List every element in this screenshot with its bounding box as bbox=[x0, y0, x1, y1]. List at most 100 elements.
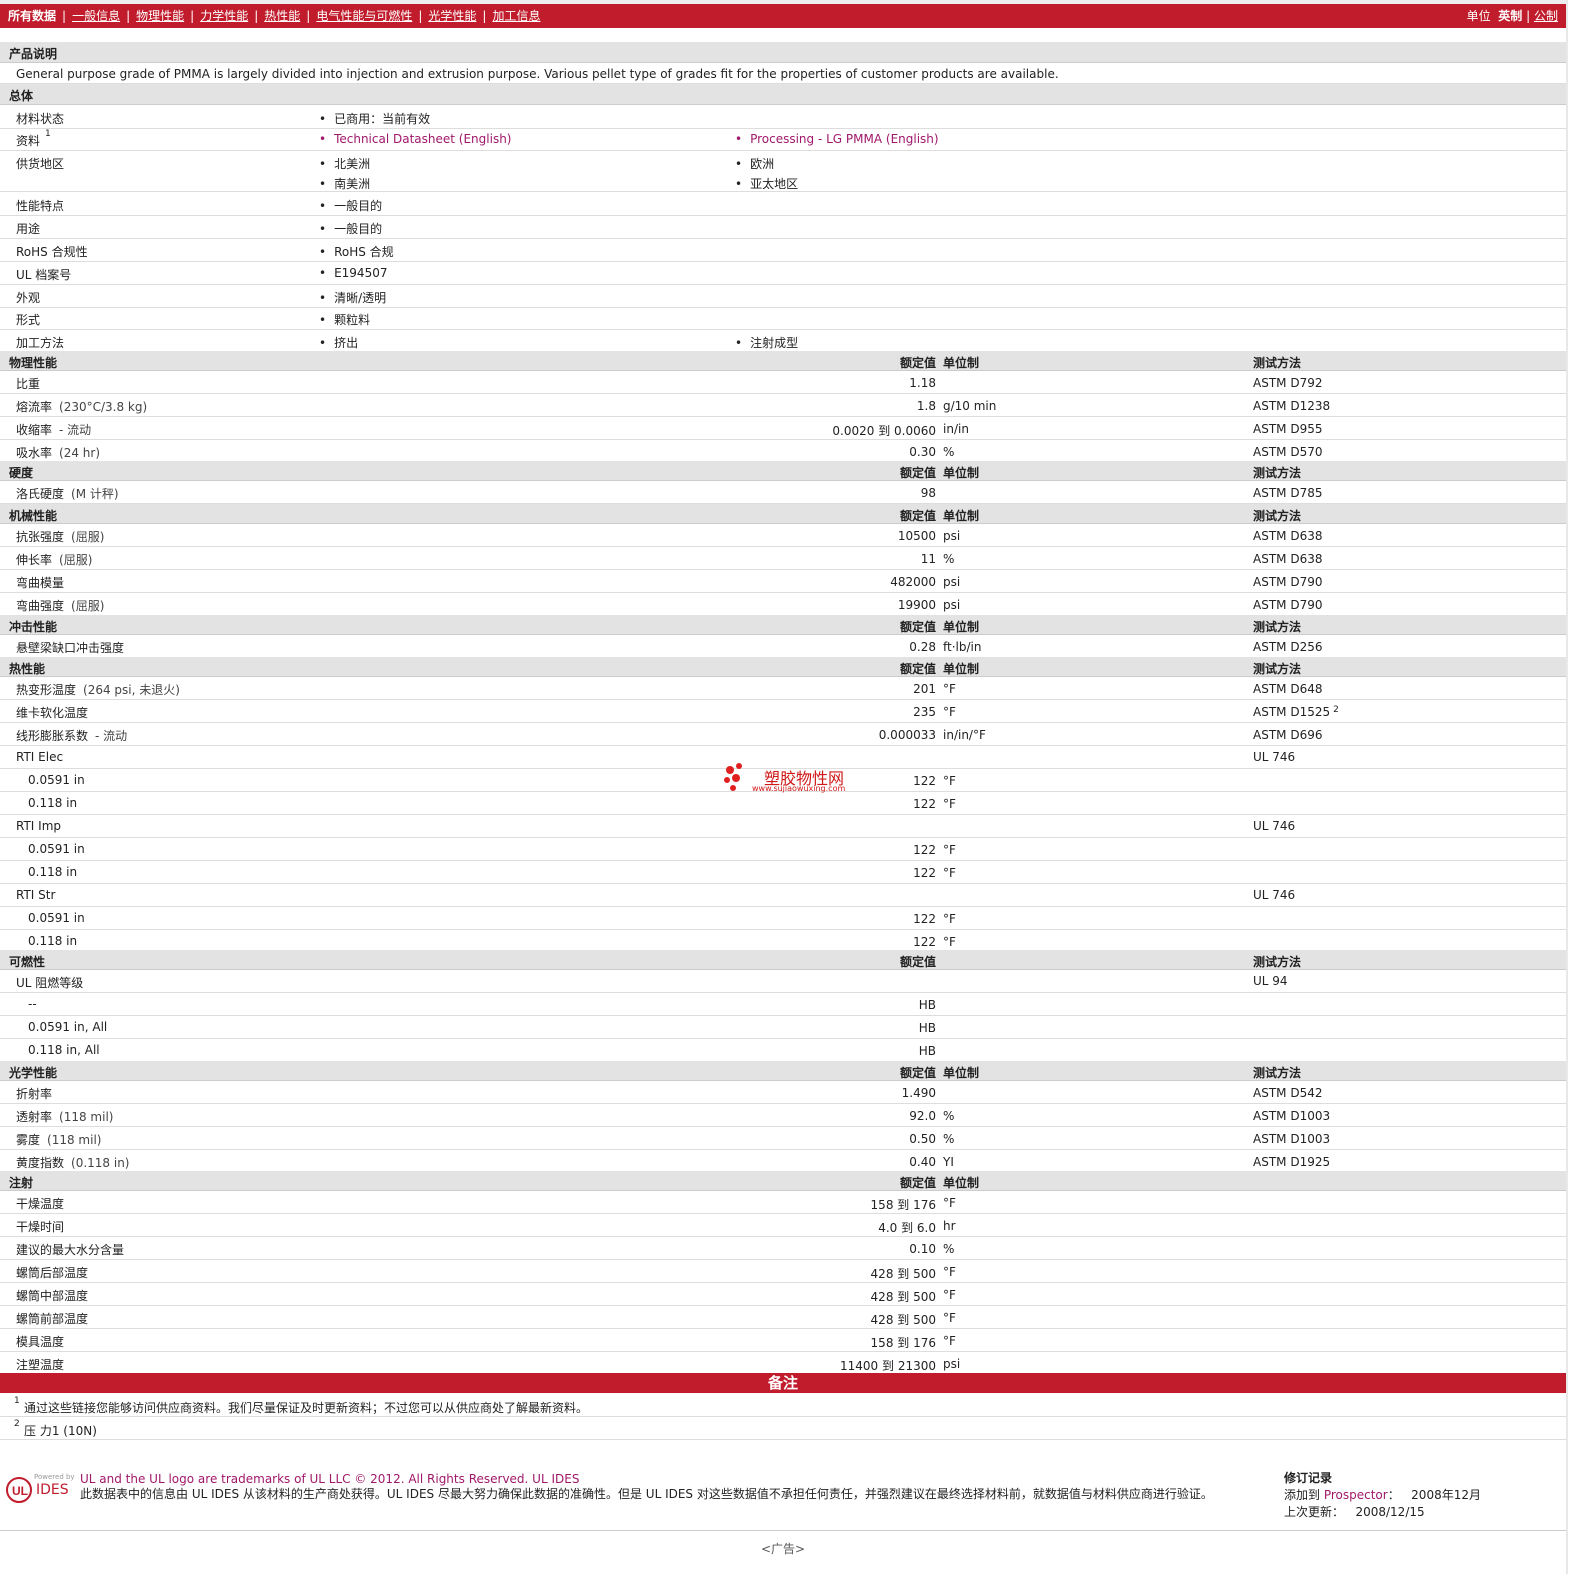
general-value: 清晰/透明 bbox=[319, 289, 386, 306]
property-label: 线形膨胀系数 bbox=[16, 729, 89, 743]
property-label: 干燥时间 bbox=[16, 1220, 65, 1234]
property-condition: (230°C/3.8 kg) bbox=[59, 400, 148, 414]
header-value: 额定值 bbox=[899, 509, 936, 523]
property-name: 雾度 (118 mil) bbox=[16, 1131, 101, 1148]
property-value: 1.8 bbox=[916, 399, 936, 413]
header-unit: 单位制 bbox=[943, 620, 980, 634]
property-name: 维卡软化温度 bbox=[16, 704, 88, 721]
property-row: 黄度指数 (0.118 in) 0.40 YI ASTM D1925 bbox=[0, 1150, 1566, 1173]
watermark-icon bbox=[724, 763, 742, 791]
rti-method: UL 746 bbox=[1253, 750, 1296, 764]
method-text: ASTM D790 bbox=[1253, 575, 1323, 589]
nav-tab[interactable]: 光学性能 bbox=[428, 4, 476, 28]
flammability-value: HB bbox=[918, 1044, 936, 1058]
general-row: UL 档案号 E194507 bbox=[0, 262, 1566, 285]
property-condition: (24 hr) bbox=[59, 446, 101, 460]
units-label: 单位 bbox=[1466, 9, 1491, 23]
property-value: 428 到 500 bbox=[870, 1267, 936, 1281]
header-value: 额定值 bbox=[899, 955, 936, 969]
property-row: 模具温度 158 到 176 °F bbox=[0, 1329, 1566, 1352]
flammability-sub-row: -- HB bbox=[0, 993, 1566, 1016]
property-unit: °F bbox=[943, 1288, 956, 1302]
property-row: 熔流率 (230°C/3.8 kg) 1.8 g/10 min ASTM D1238 bbox=[0, 394, 1566, 417]
header-unit: 单位制 bbox=[943, 466, 980, 480]
nav-separator: | bbox=[418, 9, 423, 23]
nav-tab[interactable]: 一般信息 bbox=[72, 4, 120, 28]
general-value: 注射成型 bbox=[735, 334, 798, 351]
property-condition: (118 mil) bbox=[59, 1110, 114, 1124]
property-row: 螺筒中部温度 428 到 500 °F bbox=[0, 1283, 1566, 1306]
property-row: 洛氏硬度 (M 计秤) 98 ASTM D785 bbox=[0, 481, 1566, 504]
general-label: 外观 bbox=[16, 291, 41, 305]
property-method: ASTM D638 bbox=[1253, 552, 1322, 566]
section-title: 物理性能 bbox=[9, 356, 58, 370]
property-value: 482000 bbox=[890, 575, 936, 589]
nav-separator: | bbox=[306, 9, 311, 23]
property-name: 洛氏硬度 (M 计秤) bbox=[16, 485, 119, 502]
general-value: 挤出 bbox=[319, 334, 358, 351]
header-value: 额定值 bbox=[899, 466, 936, 480]
method-text: ASTM D955 bbox=[1253, 422, 1323, 436]
general-value[interactable]: Processing - LG PMMA (English) bbox=[735, 132, 939, 146]
section-header-injection: 注射 额定值 单位制 bbox=[0, 1171, 1566, 1191]
general-value: RoHS 合规 bbox=[319, 243, 394, 260]
nav-bar: 所有数据 | 一般信息 | 物理性能 | 力学性能 | 热性能 | 电气性能与可燃性 | 光学性能 | 加工… bbox=[0, 4, 1566, 28]
property-method: ASTM D1003 bbox=[1253, 1132, 1330, 1146]
rev-added-link[interactable]: Prospector bbox=[1324, 1488, 1388, 1502]
unit-english[interactable]: 英制 bbox=[1498, 9, 1522, 23]
property-unit: °F bbox=[943, 1265, 956, 1279]
general-row: 供货地区 北美洲 欧洲南美洲 亚太地区 bbox=[0, 151, 1566, 192]
nav-tab[interactable]: 物理性能 bbox=[136, 4, 184, 28]
general-label: UL 档案号 bbox=[16, 268, 72, 282]
property-label: 悬壁梁缺口冲击强度 bbox=[16, 641, 125, 655]
section-header-general: 总体 bbox=[0, 84, 1566, 105]
unit-metric[interactable]: 公制 bbox=[1534, 9, 1558, 23]
section-header-flammability: 可燃性 额定值 测试方法 bbox=[0, 950, 1566, 970]
note-text: 通过这些链接您能够访问供应商资料。我们尽量保证及时更新资料；不过您可以从供应商处… bbox=[24, 1401, 589, 1415]
property-value: 10500 bbox=[897, 529, 936, 543]
method-text: ASTM D790 bbox=[1253, 598, 1323, 612]
nav-tab[interactable]: 电气性能与可燃性 bbox=[316, 4, 412, 28]
property-label: 热变形温度 bbox=[16, 683, 77, 697]
header-method: 测试方法 bbox=[1253, 509, 1302, 523]
property-method: ASTM D542 bbox=[1253, 1086, 1322, 1100]
product-description: General purpose grade of PMMA is largely… bbox=[0, 63, 1566, 84]
rti-value: 122 bbox=[913, 843, 936, 857]
property-row: 雾度 (118 mil) 0.50% ASTM D1003 bbox=[0, 1127, 1566, 1150]
rti-unit: °F bbox=[943, 935, 956, 949]
property-name: 干燥温度 bbox=[16, 1195, 64, 1212]
general-label: 资料 bbox=[16, 134, 41, 148]
flammability-row: UL 阻燃等级 UL 94 bbox=[0, 970, 1566, 993]
property-label: 抗张强度 bbox=[16, 530, 65, 544]
section-title: 机械性能 bbox=[9, 509, 58, 523]
method-text: ASTM D785 bbox=[1253, 486, 1323, 500]
property-row: 线形膨胀系数 - 流动 0.000033 in/in/°F ASTM D696 bbox=[0, 723, 1566, 746]
rti-sub-row: 0.0591 in 122 °F bbox=[0, 907, 1566, 930]
general-row: 加工方法 挤出 注射成型 bbox=[0, 330, 1566, 353]
property-label: 吸水率 bbox=[16, 446, 53, 460]
nav-separator: | bbox=[190, 9, 195, 23]
property-row: 弯曲强度 (屈服) 19900 psi ASTM D790 bbox=[0, 593, 1566, 616]
general-row: 用途 一般目的 bbox=[0, 216, 1566, 239]
property-value: 0.40 bbox=[909, 1155, 936, 1169]
nav-tab[interactable]: 力学性能 bbox=[200, 4, 248, 28]
property-label: 黄度指数 bbox=[16, 1156, 65, 1170]
flammability-sub-row: 0.118 in, All HB bbox=[0, 1039, 1566, 1062]
property-condition: (M 计秤) bbox=[71, 487, 119, 501]
method-text: ASTM D1238 bbox=[1253, 399, 1331, 413]
property-label: 干燥温度 bbox=[16, 1197, 65, 1211]
property-label: 洛氏硬度 bbox=[16, 487, 65, 501]
method-text: ASTM D792 bbox=[1253, 376, 1323, 390]
nav-tab[interactable]: 所有数据 bbox=[8, 4, 56, 28]
property-unit: °F bbox=[943, 1196, 956, 1210]
nav-tab[interactable]: 加工信息 bbox=[492, 4, 540, 28]
property-value: 201 bbox=[913, 682, 936, 696]
property-unit: % bbox=[943, 552, 955, 566]
method-text: ASTM D1003 bbox=[1253, 1132, 1331, 1146]
nav-tab[interactable]: 热性能 bbox=[264, 4, 300, 28]
flammability-sub-row: 0.0591 in, All HB bbox=[0, 1016, 1566, 1039]
section-header-optical: 光学性能 额定值 单位制 测试方法 bbox=[0, 1061, 1566, 1081]
rti-value: 122 bbox=[913, 866, 936, 880]
general-value[interactable]: Technical Datasheet (English) bbox=[319, 132, 511, 146]
general-row: 材料状态 已商用：当前有效 bbox=[0, 106, 1566, 129]
